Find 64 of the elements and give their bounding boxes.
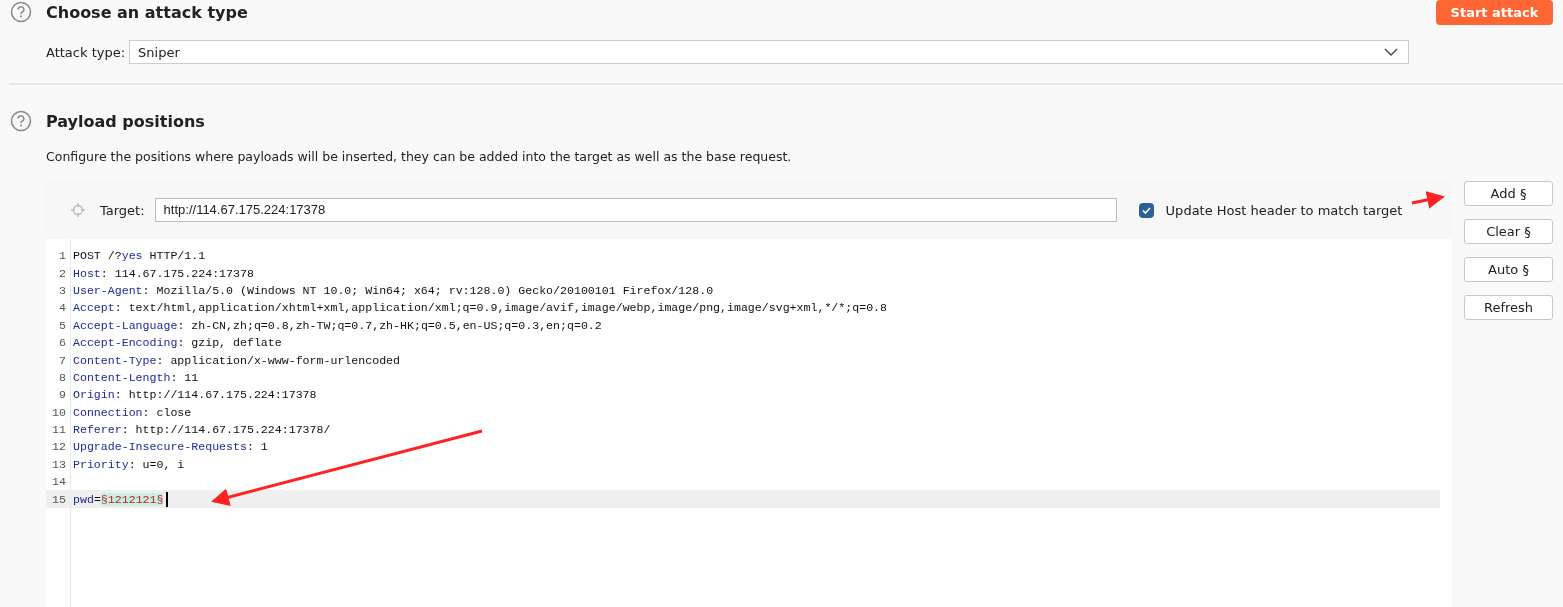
payload-marker: §1212121§	[100, 492, 164, 506]
line-number: 12	[51, 440, 66, 454]
text-cursor	[166, 491, 169, 507]
attack-type-dropdown[interactable]: Sniper	[129, 40, 1410, 64]
position-button[interactable]: Refresh	[1464, 295, 1553, 320]
header-name: User-Agent	[73, 283, 143, 297]
header-name: Connection	[73, 405, 143, 419]
line-number: 6	[58, 336, 66, 350]
checkbox-label: Update Host header to match target	[1165, 202, 1403, 218]
header-value: : gzip, deflate	[177, 336, 282, 350]
help-icon[interactable]	[10, 110, 32, 132]
header-name: Priority	[73, 457, 129, 471]
header-value: : http://114.67.175.224:17378/	[121, 423, 331, 437]
line-number: 4	[58, 301, 66, 315]
header-name: Accept-Language	[73, 318, 178, 332]
help-icon[interactable]	[10, 1, 32, 23]
position-button[interactable]: Add §	[1464, 181, 1553, 206]
annotation-arrow	[1411, 191, 1445, 209]
position-button[interactable]: Auto §	[1464, 257, 1553, 282]
header-name: Origin	[73, 388, 115, 402]
crosshair-icon[interactable]	[70, 202, 86, 218]
line-number: 10	[51, 405, 66, 419]
header-value: : Mozilla/5.0 (Windows NT 10.0; Win64; x64; rv:128.0) Gecko/20100101 Firefox/128.0	[142, 283, 714, 297]
line-number: 3	[58, 283, 66, 297]
line-number: 2	[58, 266, 66, 280]
attack-type-label: Attack type:	[46, 44, 126, 60]
line-number: 14	[51, 475, 66, 489]
line-number: 1	[58, 249, 66, 263]
line-number: 13	[51, 457, 66, 471]
header-name: yes	[121, 249, 143, 263]
header-value: : close	[142, 405, 192, 419]
header-value: POST /?	[73, 249, 122, 263]
header-value: : 11	[170, 370, 199, 384]
header-value: HTTP/1.1	[148, 249, 206, 263]
header-name: Content-Type	[73, 353, 157, 367]
header-name: pwd	[73, 492, 94, 506]
header-name: Accept	[73, 301, 115, 315]
header-name: Referer	[73, 423, 122, 437]
header-value: : text/html,application/xhtml+xml,application/xml;q=0.9,image/avif,image/webp,image/png,image/svg+xml,*/*;q=0.8	[114, 301, 888, 315]
line-number: 8	[58, 370, 66, 384]
position-button[interactable]: Clear §	[1464, 219, 1553, 244]
header-value: : 114.67.175.224:17378	[100, 266, 254, 280]
header-value: : http://114.67.175.224:17378	[114, 388, 317, 402]
target-field[interactable]: http://114.67.175.224:17378	[154, 198, 1117, 222]
update-host-checkbox[interactable]	[1138, 202, 1154, 218]
section-title: Choose an attack type	[46, 2, 248, 22]
header-value: : u=0, i	[128, 457, 185, 471]
header-value: : zh-CN,zh;q=0.8,zh-TW;q=0.7,zh-HK;q=0.5,en-US;q=0.3,en;q=0.2	[177, 318, 602, 332]
header-name: Host	[73, 266, 101, 280]
header-value: =	[93, 492, 101, 506]
chevron-down-icon	[1384, 47, 1399, 57]
section-description: Configure the positions where payloads will be inserted, they can be added into the target as well as the base request.	[46, 149, 793, 164]
header-value: : 1	[246, 440, 268, 454]
header-name: Upgrade-Insecure-Requests	[73, 440, 247, 454]
section-title: Payload positions	[46, 111, 205, 131]
line-number: 11	[51, 423, 66, 437]
line-number: 5	[58, 318, 66, 332]
header-name: Accept-Encoding	[73, 336, 178, 350]
line-number: 9	[58, 388, 66, 402]
line-number: 7	[58, 353, 66, 367]
header-value: : application/x-www-form-urlencoded	[156, 353, 400, 367]
target-label: Target:	[100, 202, 145, 218]
header-name: Content-Length	[73, 370, 171, 384]
line-number: 15	[51, 492, 66, 506]
